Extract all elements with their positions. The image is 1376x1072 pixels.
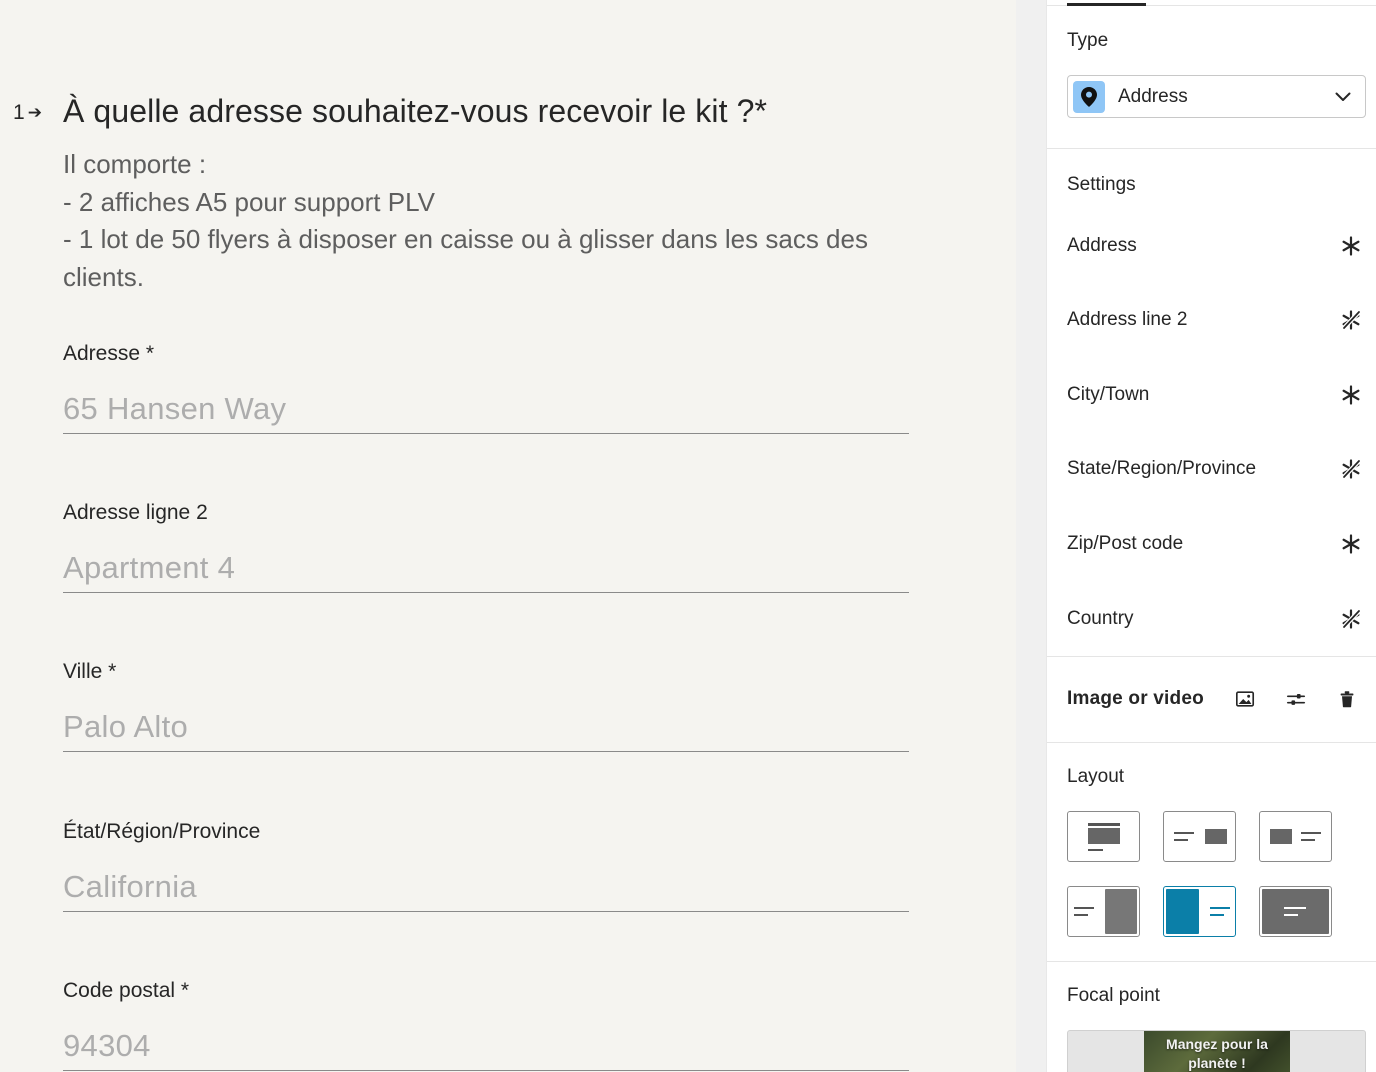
- address-line2-label: Adresse ligne 2: [63, 501, 208, 524]
- media-label: Image or video: [1067, 688, 1204, 709]
- setting-label: State/Region/Province: [1067, 458, 1257, 479]
- setting-row: Address: [1067, 232, 1361, 260]
- setting-label: Zip/Post code: [1067, 533, 1184, 554]
- chevron-down-icon: [1335, 92, 1351, 101]
- layout-option-wallpaper[interactable]: [1259, 886, 1332, 937]
- setting-row: Address line 2: [1067, 306, 1361, 334]
- divider: [1047, 742, 1376, 743]
- divider: [1047, 961, 1376, 962]
- type-selected-label: Address: [1118, 85, 1188, 107]
- zip-input[interactable]: 94304: [63, 1022, 909, 1071]
- address-line2-input[interactable]: Apartment 4: [63, 544, 909, 593]
- setting-row: City/Town: [1067, 381, 1361, 409]
- optional-asterisk-icon[interactable]: [1341, 459, 1361, 479]
- optional-asterisk-icon[interactable]: [1341, 310, 1361, 330]
- required-asterisk-icon[interactable]: [1341, 236, 1361, 256]
- address-label: Adresse *: [63, 342, 155, 365]
- setting-label: Country: [1067, 608, 1134, 629]
- typeform-editor: 1 ➔ À quelle adresse souhaitez-vous rece…: [0, 0, 1376, 1072]
- question-number: 1 ➔: [13, 101, 42, 125]
- type-section-title: Type: [1067, 30, 1109, 51]
- setting-label: Address: [1067, 235, 1137, 256]
- description-line: Il comporte :: [63, 149, 207, 179]
- question-number-text: 1: [13, 101, 25, 124]
- active-tab-indicator[interactable]: [1067, 3, 1146, 6]
- zip-field: Code postal * 94304: [63, 978, 909, 1071]
- city-label: Ville *: [63, 660, 117, 683]
- layout-option-float-right-media[interactable]: [1067, 886, 1140, 937]
- image-icon[interactable]: [1235, 688, 1255, 710]
- panel-gutter: [1016, 0, 1046, 1072]
- media-thumbnail[interactable]: Mangez pour la planète !: [1144, 1031, 1290, 1072]
- state-label: État/Région/Province: [63, 820, 261, 843]
- form-preview: 1 ➔ À quelle adresse souhaitez-vous rece…: [0, 0, 1016, 1072]
- focal-section-title: Focal point: [1067, 985, 1160, 1006]
- layout-option-float-left-media[interactable]: [1163, 886, 1236, 937]
- setting-label: Address line 2: [1067, 309, 1188, 330]
- thumbnail-text: Mangez pour la planète !: [1166, 1036, 1268, 1071]
- state-input[interactable]: California: [63, 863, 909, 912]
- location-pin-icon: [1073, 80, 1105, 113]
- panel-content: Type Address Settings Address Address lin…: [1046, 0, 1376, 1072]
- type-dropdown[interactable]: Address: [1067, 75, 1366, 118]
- description-line: clients.: [63, 261, 144, 292]
- sliders-icon[interactable]: [1286, 688, 1306, 710]
- layout-option-split-right-text[interactable]: [1259, 811, 1332, 862]
- divider: [1047, 656, 1376, 657]
- settings-section-title: Settings: [1067, 174, 1136, 195]
- setting-row: Zip/Post code: [1067, 530, 1361, 558]
- description-line: - 2 affiches A5 pour support PLV: [63, 186, 435, 217]
- question-description[interactable]: Il comporte : - 2 affiches A5 pour suppo…: [63, 146, 923, 296]
- layout-option-stack[interactable]: [1067, 811, 1140, 862]
- required-asterisk-icon[interactable]: [1341, 385, 1361, 405]
- focal-point-picker[interactable]: Mangez pour la planète !: [1067, 1030, 1366, 1072]
- address-line2-field: Adresse ligne 2 Apartment 4: [63, 500, 909, 593]
- arrow-right-icon: ➔: [27, 103, 42, 122]
- city-input[interactable]: Palo Alto: [63, 703, 909, 752]
- layout-section-title: Layout: [1067, 766, 1125, 787]
- media-row: Image or video: [1067, 685, 1357, 713]
- required-asterisk-icon[interactable]: [1341, 534, 1361, 554]
- address-field: Adresse * 65 Hansen Way: [63, 341, 909, 434]
- question-title[interactable]: À quelle adresse souhaitez-vous recevoir…: [63, 93, 767, 130]
- zip-label: Code postal *: [63, 979, 190, 1002]
- divider: [1047, 148, 1376, 149]
- description-line: - 1 lot de 50 flyers à disposer en caiss…: [63, 224, 868, 254]
- setting-row: State/Region/Province: [1067, 455, 1361, 483]
- address-input[interactable]: 65 Hansen Way: [63, 385, 909, 434]
- layout-option-split-left-text[interactable]: [1163, 811, 1236, 862]
- trash-icon[interactable]: [1337, 688, 1357, 710]
- setting-row: Country: [1067, 605, 1361, 633]
- city-field: Ville * Palo Alto: [63, 659, 909, 752]
- setting-label: City/Town: [1067, 384, 1150, 405]
- state-field: État/Région/Province California: [63, 819, 909, 912]
- optional-asterisk-icon[interactable]: [1341, 609, 1361, 629]
- settings-panel: Type Address Settings Address Address lin…: [1016, 0, 1376, 1072]
